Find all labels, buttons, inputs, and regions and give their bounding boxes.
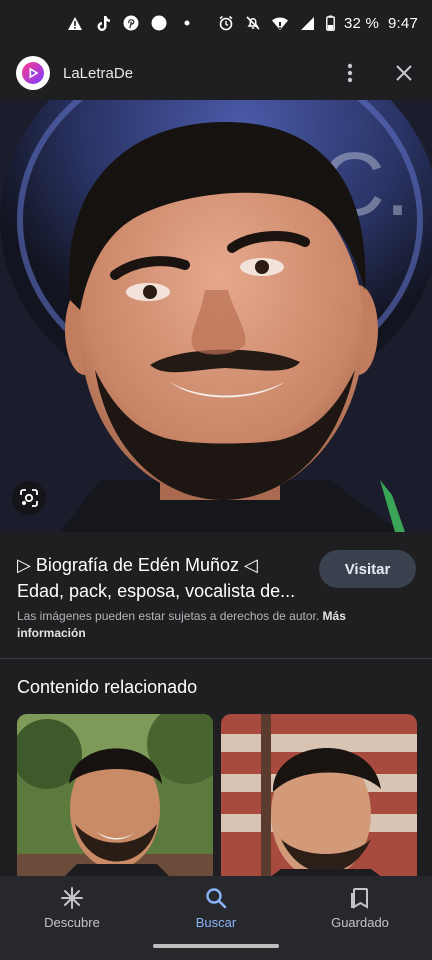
search-icon xyxy=(203,885,229,911)
record-icon xyxy=(150,14,168,32)
laletrade-logo-icon[interactable] xyxy=(16,56,50,90)
mute-icon xyxy=(244,14,262,32)
nav-saved[interactable]: Guardado xyxy=(288,885,432,960)
result-info: ▷ Biografía de Edén Muñoz ◁ Edad, pack, … xyxy=(0,532,432,658)
warning-icon xyxy=(66,14,84,32)
result-subtitle[interactable]: Edad, pack, esposa, vocalista de... xyxy=(17,578,307,604)
home-indicator[interactable] xyxy=(153,944,279,948)
nav-label: Descubre xyxy=(44,915,100,930)
lens-icon[interactable] xyxy=(12,481,46,515)
divider xyxy=(0,658,432,659)
status-bar: 32 % 9:47 xyxy=(0,0,432,46)
clock: 9:47 xyxy=(388,14,418,32)
result-title[interactable]: ▷ Biografía de Edén Muñoz ◁ xyxy=(17,552,307,578)
more-vert-icon[interactable] xyxy=(338,61,362,85)
nav-search[interactable]: Buscar xyxy=(144,885,288,960)
tiktok-icon xyxy=(94,14,112,32)
signal-icon xyxy=(298,14,316,32)
pinterest-icon xyxy=(122,14,140,32)
site-name[interactable]: LaLetraDe xyxy=(63,65,133,82)
battery-percent: 32 % xyxy=(344,14,379,32)
alarm-icon xyxy=(217,14,235,32)
related-content-title: Contenido relacionado xyxy=(17,677,198,697)
related-thumbnail[interactable] xyxy=(17,714,213,884)
related-thumbnail[interactable] xyxy=(221,714,417,884)
result-image[interactable]: C. xyxy=(0,100,432,532)
nav-label: Guardado xyxy=(331,915,389,930)
nav-label: Buscar xyxy=(195,915,237,930)
dot-icon xyxy=(178,14,196,32)
nav-discover[interactable]: Descubre xyxy=(0,885,144,960)
disclaimer-text: Las imágenes pueden estar sujetas a dere… xyxy=(17,609,320,623)
battery-icon xyxy=(325,14,335,32)
bookmarks-icon xyxy=(347,885,373,911)
copyright-disclaimer: Las imágenes pueden estar sujetas a dere… xyxy=(17,608,417,642)
result-header: LaLetraDe xyxy=(0,46,432,100)
visit-button[interactable]: Visitar xyxy=(319,550,416,588)
wifi-icon xyxy=(271,14,289,32)
asterisk-icon xyxy=(59,885,85,911)
close-icon[interactable] xyxy=(392,61,416,85)
